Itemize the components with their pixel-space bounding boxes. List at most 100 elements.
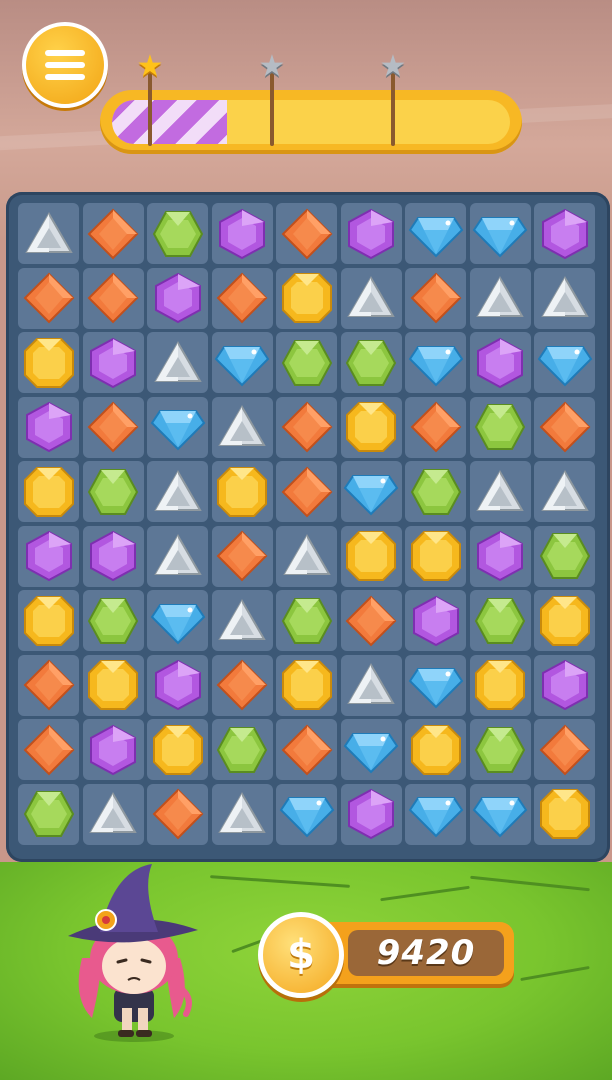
board-cell[interactable] — [276, 396, 337, 458]
board-cell[interactable] — [469, 396, 531, 458]
board-cell[interactable] — [534, 332, 595, 393]
board-cell[interactable] — [82, 267, 144, 329]
board-cell[interactable] — [211, 461, 273, 522]
board-cell[interactable] — [18, 590, 79, 651]
board-cell[interactable] — [147, 267, 208, 329]
board-cell[interactable] — [534, 654, 595, 716]
board-cell[interactable] — [534, 783, 595, 845]
progress-track — [112, 100, 510, 144]
board-cell[interactable] — [18, 525, 79, 587]
board-cell[interactable] — [405, 203, 466, 264]
board-cell[interactable] — [469, 525, 531, 587]
board-cell[interactable] — [340, 783, 402, 845]
purple-gem-icon — [154, 272, 201, 324]
board-cell[interactable] — [534, 590, 595, 651]
board-cell[interactable] — [147, 783, 208, 845]
board-cell[interactable] — [469, 783, 531, 845]
board-cell[interactable] — [405, 590, 466, 651]
blue-gem-icon — [343, 474, 399, 515]
board-cell[interactable] — [82, 654, 144, 716]
board-cell[interactable] — [18, 396, 79, 458]
board-cell[interactable] — [147, 203, 208, 264]
board-cell[interactable] — [211, 719, 273, 780]
purple-gem-icon — [154, 659, 201, 711]
board-cell[interactable] — [211, 783, 273, 845]
board-cell[interactable] — [405, 654, 466, 716]
board-cell[interactable] — [534, 203, 595, 264]
board-cell[interactable] — [276, 783, 337, 845]
green-gem-icon — [281, 339, 332, 386]
board-cell[interactable] — [340, 525, 402, 587]
board-cell[interactable] — [82, 783, 144, 845]
board-cell[interactable] — [147, 396, 208, 458]
board-cell[interactable] — [18, 719, 79, 780]
board-cell[interactable] — [276, 525, 337, 587]
board-cell[interactable] — [340, 332, 402, 393]
board-cell[interactable] — [469, 590, 531, 651]
board-cell[interactable] — [147, 590, 208, 651]
board-cell[interactable] — [82, 396, 144, 458]
board-cell[interactable] — [82, 203, 144, 264]
board-cell[interactable] — [211, 267, 273, 329]
board-cell[interactable] — [276, 203, 337, 264]
board-cell[interactable] — [276, 332, 337, 393]
board-cell[interactable] — [469, 654, 531, 716]
board-cell[interactable] — [405, 525, 466, 587]
board-cell[interactable] — [469, 332, 531, 393]
yellow-gem-icon — [475, 660, 525, 710]
board-cell[interactable] — [211, 203, 273, 264]
board-cell[interactable] — [211, 654, 273, 716]
board-cell[interactable] — [18, 654, 79, 716]
triangle-gem-icon — [153, 534, 202, 575]
board-cell[interactable] — [405, 461, 466, 522]
board-cell[interactable] — [211, 590, 273, 651]
board-cell[interactable] — [340, 396, 402, 458]
menu-button[interactable] — [22, 22, 108, 108]
board-cell[interactable] — [405, 332, 466, 393]
board-cell[interactable] — [276, 654, 337, 716]
board-cell[interactable] — [147, 525, 208, 587]
board-cell[interactable] — [147, 654, 208, 716]
board-cell[interactable] — [276, 267, 337, 329]
board-cell[interactable] — [340, 267, 402, 329]
board-cell[interactable] — [340, 654, 402, 716]
board-cell[interactable] — [340, 461, 402, 522]
board-cell[interactable] — [147, 719, 208, 780]
board-cell[interactable] — [276, 461, 337, 522]
triangle-gem-icon — [153, 469, 202, 511]
board-cell[interactable] — [469, 203, 531, 264]
board-cell[interactable] — [147, 332, 208, 393]
board-cell[interactable] — [534, 461, 595, 522]
board-cell[interactable] — [18, 332, 79, 393]
board-cell[interactable] — [534, 525, 595, 587]
board-cell[interactable] — [405, 783, 466, 845]
board-cell[interactable] — [534, 396, 595, 458]
board-cell[interactable] — [405, 267, 466, 329]
board-cell[interactable] — [405, 396, 466, 458]
board-cell[interactable] — [18, 461, 79, 522]
board-cell[interactable] — [18, 783, 79, 845]
board-cell[interactable] — [340, 203, 402, 264]
board-cell[interactable] — [147, 461, 208, 522]
board-cell[interactable] — [211, 396, 273, 458]
board-cell[interactable] — [82, 590, 144, 651]
board-cell[interactable] — [469, 461, 531, 522]
board-cell[interactable] — [18, 203, 79, 264]
board-cell[interactable] — [18, 267, 79, 329]
board-cell[interactable] — [469, 719, 531, 780]
board-cell[interactable] — [469, 267, 531, 329]
board-cell[interactable] — [82, 525, 144, 587]
board-cell[interactable] — [211, 332, 273, 393]
board-cell[interactable] — [340, 719, 402, 780]
board-cell[interactable] — [82, 332, 144, 393]
board-cell[interactable] — [534, 267, 595, 329]
board-cell[interactable] — [276, 590, 337, 651]
board-cell[interactable] — [340, 590, 402, 651]
board-cell[interactable] — [405, 719, 466, 780]
board-cell[interactable] — [82, 461, 144, 522]
board-cell[interactable] — [211, 525, 273, 587]
board-cell[interactable] — [534, 719, 595, 780]
star-empty-icon: ★ — [379, 49, 407, 84]
board-cell[interactable] — [82, 719, 144, 780]
board-cell[interactable] — [276, 719, 337, 780]
